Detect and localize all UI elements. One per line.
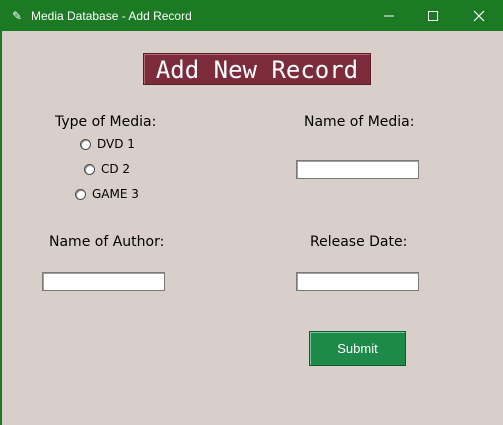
radio-game[interactable]: GAME 3 (75, 187, 139, 201)
radio-button-icon[interactable] (84, 163, 95, 175)
radio-cd[interactable]: CD 2 (84, 162, 130, 176)
minimize-icon (384, 15, 394, 17)
radio-label-dvd: DVD 1 (97, 137, 135, 151)
radio-button-icon[interactable] (80, 138, 91, 150)
maximize-icon (428, 11, 438, 21)
page-title: Add New Record (143, 53, 371, 85)
name-of-media-input[interactable] (296, 160, 419, 179)
submit-button[interactable]: Submit (309, 331, 406, 366)
release-date-input[interactable] (296, 272, 419, 291)
name-of-media-label: Name of Media: (304, 114, 415, 130)
radio-button-icon[interactable] (75, 188, 86, 200)
radio-label-cd: CD 2 (101, 162, 131, 176)
type-of-media-label: Type of Media: (55, 114, 157, 130)
name-of-author-input[interactable] (42, 272, 165, 291)
name-of-author-label: Name of Author: (49, 234, 165, 250)
app-window: ✎ Media Database - Add Record Add New Re… (0, 0, 503, 425)
form-area: Add New Record Type of Media: DVD 1 CD 2… (2, 31, 503, 425)
radio-dvd[interactable]: DVD 1 (80, 137, 135, 151)
close-icon (473, 10, 485, 22)
feather-icon: ✎ (11, 9, 23, 23)
title-bar[interactable]: ✎ Media Database - Add Record (1, 1, 503, 31)
window-title: Media Database - Add Record (31, 9, 192, 23)
maximize-button[interactable] (410, 1, 456, 31)
minimize-button[interactable] (366, 1, 412, 31)
close-button[interactable] (456, 1, 502, 31)
radio-label-game: GAME 3 (92, 187, 139, 201)
release-date-label: Release Date: (310, 234, 408, 250)
